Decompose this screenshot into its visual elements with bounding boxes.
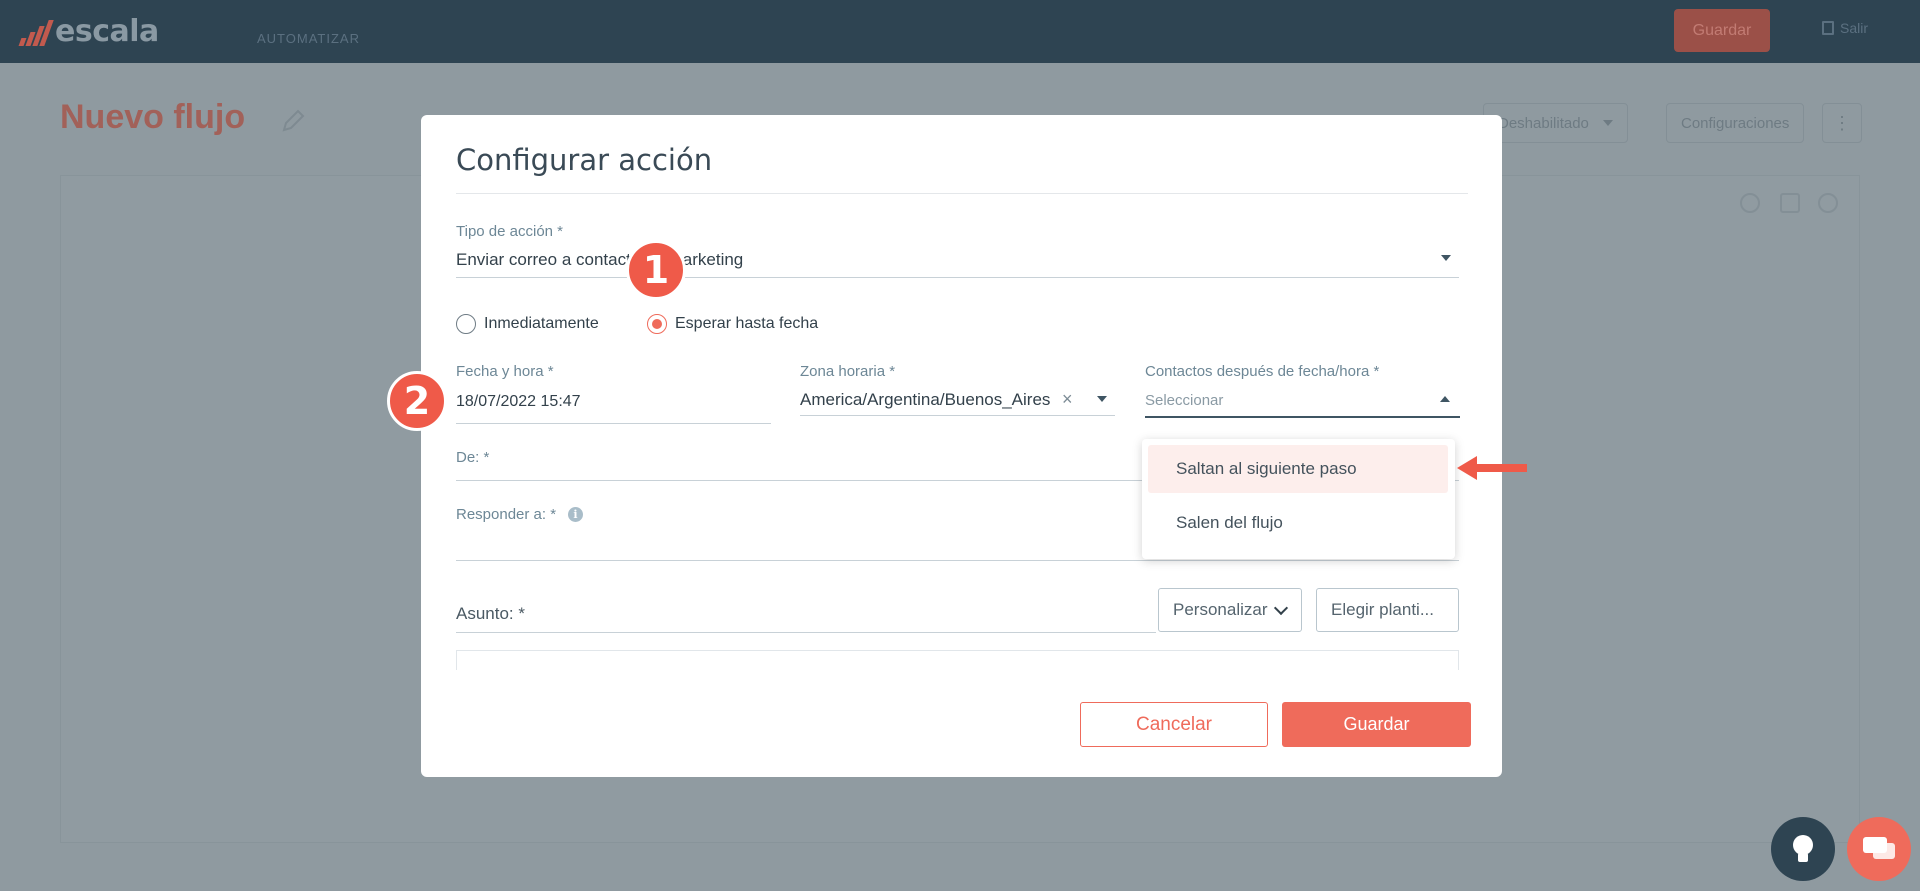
reply-to-label: Responder a: * [456,506,557,523]
user-icon[interactable] [1818,193,1838,213]
more-options-button[interactable]: ⋮ [1822,103,1862,143]
top-bar: escala AUTOMATIZAR Guardar Salir [0,0,1920,63]
datetime-input[interactable]: 18/07/2022 15:47 [456,393,581,411]
action-type-underline [456,277,1459,278]
datetime-underline [456,423,771,424]
chevron-down-icon [1602,120,1613,126]
exit-label: Salir [1840,20,1869,36]
pencil-icon[interactable] [280,108,306,134]
reply-to-underline[interactable] [456,560,1459,561]
action-type-value[interactable]: Enviar correo a contacto de marketing [456,250,743,270]
status-select-value: Deshabilitado [1498,114,1589,132]
radio-immediately-label[interactable]: Inmediatamente [484,315,599,333]
zoom-in-icon[interactable] [1740,193,1760,213]
nav-automatizar[interactable]: AUTOMATIZAR [257,31,360,46]
chat-icon [1863,837,1895,859]
logo-bars-icon [18,18,54,46]
timezone-underline [800,415,1115,416]
step-1-badge: 1 [626,240,686,300]
action-type-label: Tipo de acción * [456,223,564,240]
radio-wait-until-date[interactable] [647,314,667,334]
status-select[interactable]: Deshabilitado [1483,103,1628,143]
personalize-label: Personalizar [1173,600,1268,619]
after-contacts-label: Contactos después de fecha/hora * [1145,363,1380,380]
chevron-down-icon[interactable] [1097,396,1107,402]
choose-template-button[interactable]: Elegir planti... [1316,588,1459,632]
exit-icon [1822,21,1834,35]
fit-view-icon[interactable] [1780,193,1800,213]
brand-name: escala [55,14,159,49]
settings-button[interactable]: Configuraciones [1666,103,1805,143]
after-contacts-dropdown: Saltan al siguiente paso Salen del flujo [1142,439,1455,559]
lightbulb-icon [1793,835,1813,862]
kebab-icon: ⋮ [1833,113,1851,133]
top-save-button[interactable]: Guardar [1674,9,1770,52]
from-label: De: * [456,449,490,466]
chevron-down-icon [1273,600,1288,615]
save-button[interactable]: Guardar [1282,702,1471,747]
chat-button[interactable] [1847,817,1911,881]
page-title: Nuevo flujo [60,98,246,136]
cancel-button[interactable]: Cancelar [1080,702,1268,747]
subject-label[interactable]: Asunto: * [456,604,525,624]
chevron-up-icon[interactable] [1440,396,1450,402]
option-skip-to-next-step[interactable]: Saltan al siguiente paso [1148,445,1448,493]
subject-underline [456,632,1156,633]
clear-icon[interactable]: × [1062,389,1073,410]
exit-link[interactable]: Salir [1822,20,1868,36]
radio-immediately[interactable] [456,314,476,334]
step-2-badge: 2 [387,371,447,431]
tips-button[interactable] [1771,817,1835,881]
timezone-select[interactable]: America/Argentina/Buenos_Aires [800,390,1050,410]
email-body-editor[interactable] [456,650,1459,670]
personalize-button[interactable]: Personalizar [1158,588,1302,632]
chevron-down-icon[interactable] [1441,255,1451,261]
after-contacts-underline [1145,416,1460,418]
arrow-left-icon [1457,456,1527,480]
title-divider [456,193,1468,194]
modal-title: Configurar acción [456,143,713,177]
after-contacts-select[interactable]: Seleccionar [1145,392,1223,409]
brand-logo[interactable]: escala [18,14,159,49]
datetime-label: Fecha y hora * [456,363,554,380]
timezone-label: Zona horaria * [800,363,896,380]
radio-wait-label[interactable]: Esperar hasta fecha [675,315,818,333]
option-exit-flow[interactable]: Salen del flujo [1148,499,1448,547]
info-icon[interactable]: i [568,507,583,522]
